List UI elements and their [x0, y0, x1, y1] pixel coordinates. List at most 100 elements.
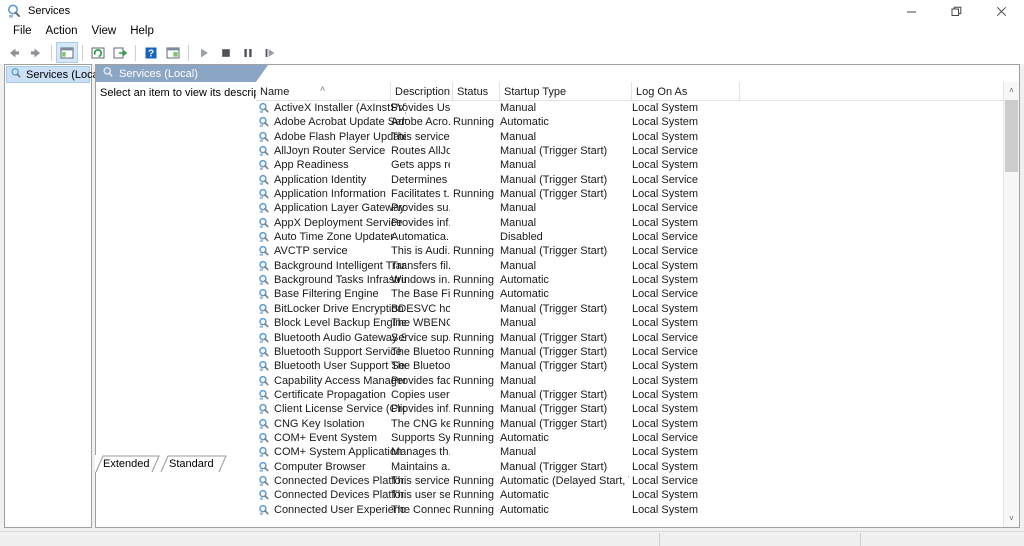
cell-logon: Local System — [632, 274, 699, 287]
cell-startup: Automatic — [500, 431, 549, 444]
cell-startup: Manual — [500, 259, 537, 272]
table-row[interactable]: AppX Deployment Service (... Provides inf… — [256, 216, 1019, 230]
forward-icon[interactable] — [25, 42, 47, 63]
table-row[interactable]: CNG Key IsolationThe CNG ke...Running Man… — [256, 417, 1019, 431]
table-row[interactable]: Certificate PropagationCopies user ... Ma… — [256, 388, 1019, 402]
cell-name: Capability Access Manager ... — [256, 374, 406, 388]
stop-service-icon[interactable] — [215, 42, 237, 63]
scroll-up-icon[interactable]: ˄ — [1004, 82, 1019, 99]
table-row[interactable]: Bluetooth Audio Gateway S...Service sup.… — [256, 331, 1019, 345]
table-row[interactable]: Connected Devices Platfor... This service… — [256, 474, 1019, 488]
cell-description: This service ... — [391, 474, 450, 487]
tab-outline — [95, 455, 227, 473]
menu-action[interactable]: Action — [39, 23, 85, 40]
table-row[interactable]: Application IdentityDetermines ... Manual… — [256, 173, 1019, 187]
start-service-icon[interactable] — [193, 42, 215, 63]
table-row[interactable]: Adobe Flash Player Update ...This servic… — [256, 130, 1019, 144]
table-row[interactable]: Bluetooth Support ServiceThe Bluetoo...R… — [256, 345, 1019, 359]
cell-logon: Local Service — [632, 202, 699, 215]
table-row[interactable]: Bluetooth User Support Ser... The Bluetoo… — [256, 359, 1019, 373]
cell-startup: Automatic — [500, 274, 549, 287]
restore-button[interactable] — [934, 0, 979, 22]
refresh-icon[interactable] — [87, 42, 109, 63]
cell-name: Application Identity — [256, 173, 406, 187]
toolbar-separator — [188, 44, 189, 61]
services-console-window: Services File Action View Help ? Service… — [0, 0, 1024, 546]
cell-name: Connected User Experience... — [256, 503, 406, 517]
cell-name: COM+ Event System — [256, 431, 406, 445]
column-header-description[interactable]: Description — [391, 82, 453, 101]
cell-status — [453, 259, 497, 273]
cell-startup: Automatic — [500, 288, 549, 301]
table-row[interactable]: BitLocker Drive Encryption ...BDESVC hos… — [256, 302, 1019, 316]
cell-status: Running — [453, 431, 494, 444]
cell-startup: Manual (Trigger Start) — [500, 145, 608, 158]
cell-startup: Manual — [500, 202, 537, 215]
cell-description: This user se... — [391, 489, 450, 502]
show-hide-console-tree-icon[interactable] — [56, 42, 78, 63]
back-icon[interactable] — [3, 42, 25, 63]
table-row[interactable]: Adobe Acrobat Update Serv...Adobe Acro..… — [256, 115, 1019, 129]
cell-name: Application Layer Gateway ... — [256, 201, 406, 215]
cell-status — [453, 130, 497, 144]
cell-status: Running — [453, 188, 494, 201]
cell-description: Adobe Acro... — [391, 116, 450, 129]
cell-startup: Manual (Trigger Start) — [500, 360, 608, 373]
menu-file[interactable]: File — [6, 23, 39, 40]
cell-description: Gets apps re... — [391, 159, 450, 172]
cell-logon: Local System — [632, 302, 699, 315]
menu-help[interactable]: Help — [123, 23, 161, 40]
cell-logon: Local System — [632, 130, 699, 143]
cell-name: Adobe Acrobat Update Serv... — [256, 115, 406, 129]
cell-startup: Manual — [500, 130, 537, 143]
column-header-name[interactable]: Name ˄ — [256, 82, 391, 101]
minimize-button[interactable] — [889, 0, 934, 22]
pause-service-icon[interactable] — [237, 42, 259, 63]
table-row[interactable]: ActiveX Installer (AxInstSV)Provides Us.… — [256, 101, 1019, 115]
table-row[interactable]: Application Information Facilitates t... R… — [256, 187, 1019, 201]
restart-service-icon[interactable] — [259, 42, 281, 63]
tree-item-services-local[interactable]: Services (Local) — [6, 66, 105, 84]
column-header-logon[interactable]: Log On As — [632, 82, 740, 101]
table-row[interactable]: AVCTP service This is Audi... Running Manua… — [256, 244, 1019, 258]
table-row[interactable]: Client License Service (ClipS...Provides… — [256, 402, 1019, 416]
cell-logon: Local System — [632, 388, 699, 401]
window-title: Services — [28, 5, 71, 17]
cell-status — [453, 216, 497, 230]
services-gear-icon — [10, 66, 22, 84]
cell-description: Provides fac... — [391, 374, 450, 387]
table-row[interactable]: Block Level Backup Engine ...The WBENG..… — [256, 316, 1019, 330]
menu-view[interactable]: View — [85, 23, 124, 40]
cell-logon: Local Service — [632, 173, 699, 186]
table-row[interactable]: Connected Devices Platfor... This user se… — [256, 488, 1019, 502]
export-list-icon[interactable] — [109, 42, 131, 63]
cell-description: Service sup... — [391, 331, 450, 344]
table-row[interactable]: Base Filtering EngineThe Base Fil...Runn… — [256, 287, 1019, 301]
menu-bar: File Action View Help — [0, 22, 1024, 41]
cell-name: Application Information — [256, 187, 406, 201]
toolbar-separator — [135, 44, 136, 61]
cell-description: Provides su... — [391, 202, 450, 215]
table-row[interactable]: Capability Access Manager ... Provides fa… — [256, 374, 1019, 388]
column-header-label: Startup Type — [504, 85, 567, 98]
column-header-status[interactable]: Status — [453, 82, 500, 101]
column-header-startup[interactable]: Startup Type — [500, 82, 632, 101]
cell-description: BDESVC hos... — [391, 302, 450, 315]
table-row[interactable]: COM+ Event SystemSupports Sy...Running Au… — [256, 431, 1019, 445]
table-row[interactable]: Connected User Experience...The Connec..… — [256, 503, 1019, 517]
table-row[interactable]: Background Intelligent Tran... Transfers … — [256, 259, 1019, 273]
cell-name: Background Intelligent Tran... — [256, 259, 406, 273]
column-header-label: Description — [395, 85, 451, 98]
table-row[interactable]: Background Tasks Infrastru... Windows in.… — [256, 273, 1019, 287]
properties-icon[interactable] — [162, 42, 184, 63]
help-icon[interactable]: ? — [140, 42, 162, 63]
scroll-down-icon[interactable]: ˅ — [1004, 510, 1019, 527]
table-row[interactable]: AllJoyn Router ServiceRoutes AllJo... Man… — [256, 144, 1019, 158]
scrollbar-thumb[interactable] — [1005, 100, 1018, 172]
table-row[interactable]: Application Layer Gateway ... Provides su… — [256, 201, 1019, 215]
table-row[interactable]: App ReadinessGets apps re... Manual Local … — [256, 158, 1019, 172]
close-button[interactable] — [979, 0, 1024, 22]
cell-logon: Local System — [632, 159, 699, 172]
pane-tab-services-local[interactable]: Services (Local) — [96, 65, 256, 82]
table-row[interactable]: Auto Time Zone Updater Automatica... Disab… — [256, 230, 1019, 244]
